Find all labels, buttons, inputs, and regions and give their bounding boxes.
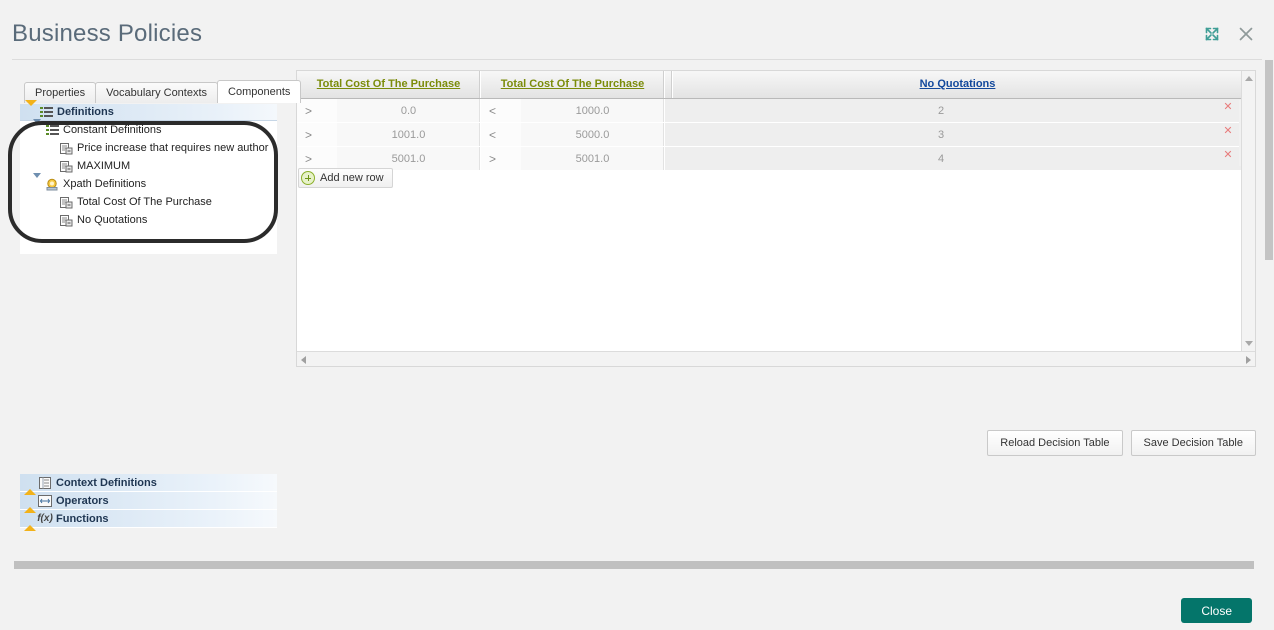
section-operators[interactable]: Operators: [20, 492, 277, 513]
tree-root-definitions[interactable]: Definitions: [20, 99, 277, 121]
close-button[interactable]: Close: [1181, 598, 1252, 623]
cell-condition-2-operator[interactable]: <: [481, 123, 521, 146]
tree-item-label: Total Cost Of The Purchase: [77, 196, 212, 208]
page-vertical-scrollbar[interactable]: [1264, 60, 1274, 568]
definition-icon: [58, 195, 74, 209]
definition-icon: [58, 159, 74, 173]
table-row[interactable]: > 0.0 < 1000.0 2 ✕: [297, 99, 1255, 122]
tree-item-total-cost-of-the-purchase[interactable]: Total Cost Of The Purchase: [20, 193, 277, 211]
column-header-condition-1[interactable]: Total Cost Of The Purchase: [297, 71, 481, 98]
tree-group-xpath-definitions[interactable]: Xpath Definitions: [20, 173, 277, 193]
xpath-icon: [44, 177, 60, 191]
cell-action-1-value[interactable]: 4: [665, 147, 1217, 170]
tab-components[interactable]: Components: [217, 80, 302, 103]
tree-item-label: No Quotations: [77, 214, 148, 226]
decision-table-body: > 0.0 < 1000.0 2 ✕ > 1001.0 < 5000.0 3 ✕…: [297, 99, 1255, 170]
scroll-up-icon[interactable]: [1245, 76, 1253, 81]
title-divider: [12, 59, 1262, 60]
tree-root-label: Definitions: [57, 105, 114, 118]
tree-group-label: Constant Definitions: [63, 124, 162, 136]
window-controls: [1202, 24, 1258, 46]
expander-icon[interactable]: [30, 119, 44, 136]
cell-action-1-value[interactable]: 3: [665, 123, 1217, 146]
section-label: Context Definitions: [56, 476, 157, 489]
table-row[interactable]: > 1001.0 < 5000.0 3 ✕: [297, 123, 1255, 146]
column-header-action-1[interactable]: No Quotations: [673, 71, 1243, 98]
scroll-down-icon[interactable]: [1245, 341, 1253, 346]
cell-condition-2-operator[interactable]: <: [481, 99, 521, 122]
cell-condition-1-operator[interactable]: >: [297, 123, 337, 146]
section-label: Functions: [56, 512, 109, 525]
cell-condition-1-value[interactable]: 0.0: [337, 99, 481, 122]
function-icon: f(x): [37, 513, 53, 524]
cell-condition-2-value[interactable]: 5000.0: [521, 123, 665, 146]
column-header-spacer: [665, 71, 673, 98]
cell-condition-2-operator[interactable]: >: [481, 147, 521, 170]
section-functions[interactable]: f(x) Functions: [20, 510, 277, 531]
tree-item-maximum[interactable]: MAXIMUM: [20, 157, 277, 175]
page-vertical-scroll-thumb[interactable]: [1265, 60, 1273, 260]
tree-group-label: Xpath Definitions: [63, 178, 147, 190]
collapse-icon[interactable]: [23, 476, 37, 495]
cell-condition-1-value[interactable]: 1001.0: [337, 123, 481, 146]
tree-item-no-quotations[interactable]: No Quotations: [20, 211, 277, 229]
cell-condition-1-operator[interactable]: >: [297, 99, 337, 122]
cell-condition-1-operator[interactable]: >: [297, 147, 337, 170]
close-icon[interactable]: [1236, 24, 1258, 46]
page-title: Business Policies: [12, 20, 203, 47]
cell-action-1-value[interactable]: 2: [665, 99, 1217, 122]
save-decision-table-button[interactable]: Save Decision Table: [1130, 430, 1256, 456]
section-label: Operators: [56, 494, 109, 507]
delete-row-icon[interactable]: ✕: [1217, 147, 1239, 170]
scroll-right-icon[interactable]: [1246, 356, 1251, 364]
tree-item-price-increase[interactable]: Price increase that requires new author: [20, 139, 277, 157]
definition-icon: [58, 141, 74, 155]
page-horizontal-scroll-thumb[interactable]: [14, 561, 1254, 569]
expander-icon[interactable]: [30, 173, 44, 190]
operator-icon: [37, 494, 53, 508]
window-titlebar: Business Policies: [0, 0, 1274, 60]
plus-circle-icon: [301, 171, 315, 185]
expand-icon[interactable]: [1202, 24, 1224, 46]
tab-vocabulary-contexts[interactable]: Vocabulary Contexts: [95, 82, 219, 103]
definitions-tree: Definitions Constant Definitions Price i…: [20, 99, 277, 254]
decision-table-actions: Reload Decision Table Save Decision Tabl…: [987, 430, 1256, 456]
list-icon: [44, 123, 60, 137]
palette-sections: Context Definitions Operators f(x) Funct…: [20, 474, 277, 531]
definition-icon: [58, 213, 74, 227]
cell-condition-1-value[interactable]: 5001.0: [337, 147, 481, 170]
tree-item-label: Price increase that requires new author: [77, 142, 269, 154]
add-new-row-label: Add new row: [320, 172, 384, 184]
component-tabs: Properties Vocabulary Contexts Component…: [24, 80, 302, 103]
delete-row-icon[interactable]: ✕: [1217, 99, 1239, 122]
grid-horizontal-scrollbar[interactable]: [297, 351, 1255, 366]
tree-item-label: MAXIMUM: [77, 160, 131, 172]
reload-decision-table-button[interactable]: Reload Decision Table: [987, 430, 1123, 456]
grid-outer-vertical-scrollbar[interactable]: [1241, 71, 1255, 366]
table-row[interactable]: > 5001.0 > 5001.0 4 ✕: [297, 147, 1255, 170]
collapse-icon[interactable]: [23, 512, 37, 531]
cell-condition-2-value[interactable]: 5001.0: [521, 147, 665, 170]
add-new-row-button[interactable]: Add new row: [298, 168, 393, 188]
page-horizontal-scrollbar[interactable]: [0, 556, 1264, 572]
scroll-left-icon[interactable]: [301, 356, 306, 364]
collapse-icon[interactable]: [23, 494, 37, 513]
decision-table-header: Total Cost Of The Purchase Total Cost Of…: [297, 71, 1255, 99]
delete-row-icon[interactable]: ✕: [1217, 123, 1239, 146]
column-header-condition-2[interactable]: Total Cost Of The Purchase: [481, 71, 665, 98]
expander-icon[interactable]: [24, 99, 38, 121]
decision-table-panel: Total Cost Of The Purchase Total Cost Of…: [296, 70, 1256, 367]
cell-condition-2-value[interactable]: 1000.0: [521, 99, 665, 122]
list-icon: [38, 105, 54, 119]
context-icon: [37, 476, 53, 490]
section-context-definitions[interactable]: Context Definitions: [20, 474, 277, 495]
tree-group-constant-definitions[interactable]: Constant Definitions: [20, 119, 277, 139]
